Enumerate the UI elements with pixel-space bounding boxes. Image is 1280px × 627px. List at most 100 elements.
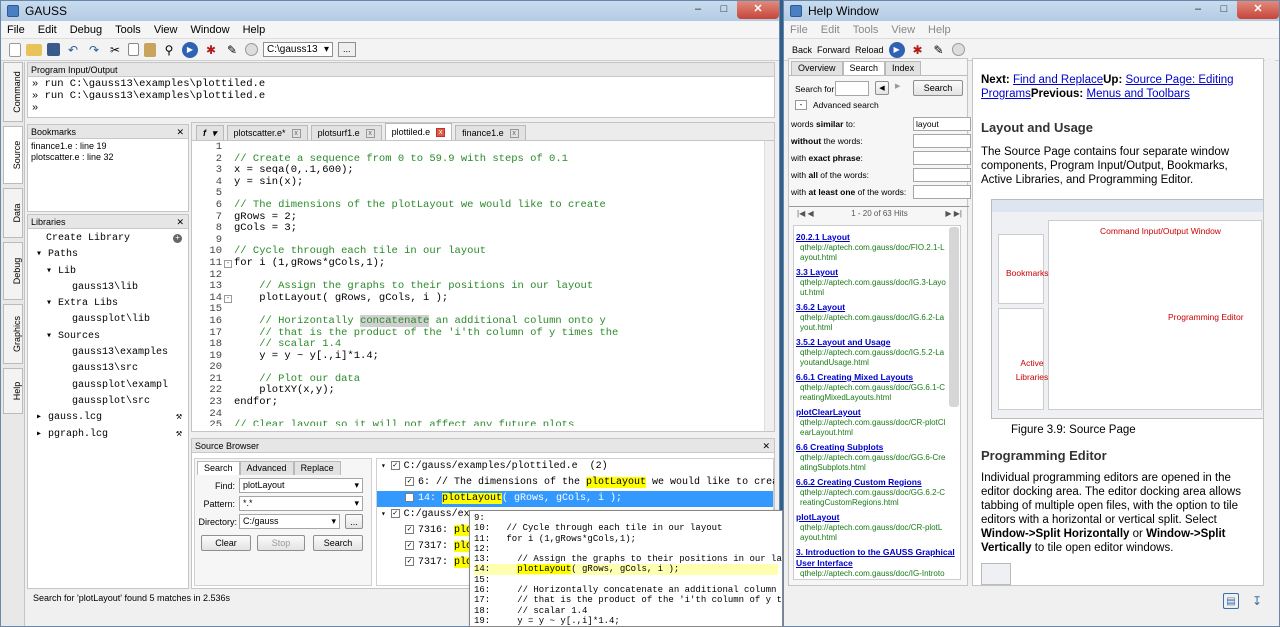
paste-icon[interactable] [144, 42, 156, 57]
advanced-field-input[interactable] [913, 184, 971, 199]
result-checkbox[interactable]: ✓ [390, 508, 400, 518]
lib-tree-item[interactable]: gaussplot\exampl [28, 378, 188, 394]
menu-tools[interactable]: Tools [853, 24, 879, 36]
advanced-search-toggle[interactable]: - Advanced search [795, 100, 879, 110]
next-hit-icon[interactable]: ▶ [895, 82, 900, 90]
stop-icon[interactable] [951, 43, 965, 56]
forward-button[interactable]: Forward [817, 45, 850, 55]
expand-icon[interactable]: ▾ [381, 462, 391, 471]
library-pgraph-lcg[interactable]: ▸ pgraph.lcg ⚒ [28, 427, 188, 443]
close-button[interactable]: ✕ [737, 1, 779, 19]
help-result-link[interactable]: 3.5.2 Layout and Usage [796, 337, 958, 348]
menu-window[interactable]: Window [190, 24, 229, 36]
lib-tree-item[interactable]: gauss13\lib [28, 280, 188, 296]
clear-button[interactable]: Clear [201, 535, 251, 551]
content-scrollbar[interactable] [1265, 58, 1275, 586]
redo-icon[interactable]: ↷ [86, 42, 102, 58]
save-icon[interactable] [47, 43, 60, 56]
run-icon[interactable]: ▶ [182, 41, 198, 58]
cut-icon[interactable]: ✂ [107, 42, 123, 58]
next-link[interactable]: Find and Replace [1013, 74, 1103, 86]
menu-edit[interactable]: Edit [821, 24, 840, 36]
pattern-input[interactable]: *.* ▾ [239, 496, 363, 511]
tab-overview[interactable]: Overview [791, 61, 843, 75]
tab-replace[interactable]: Replace [293, 461, 341, 475]
expand-icon[interactable]: ▾ [381, 510, 391, 519]
editor-scrollbar[interactable] [764, 141, 774, 431]
lib-tree-item[interactable]: gauss13\src [28, 361, 188, 377]
help-search-input[interactable] [835, 81, 869, 96]
result-checkbox[interactable]: ✓ [405, 524, 414, 534]
new-file-icon[interactable] [9, 42, 21, 57]
copy-icon[interactable] [128, 43, 139, 56]
help-result-link[interactable]: 3.3 Layout [796, 267, 958, 278]
tab-search[interactable]: Search [842, 61, 886, 75]
working-dir-combo[interactable]: C:\gauss13 ▾ [263, 42, 333, 57]
menu-file[interactable]: File [790, 24, 808, 36]
result-checkbox[interactable]: ✓ [405, 540, 414, 550]
lib-tree-paths[interactable]: ▾ Paths [28, 247, 188, 263]
menu-help[interactable]: Help [928, 24, 951, 36]
maximize-button[interactable]: □ [711, 1, 737, 19]
help-titlebar[interactable]: Help Window – □ ✕ [784, 1, 1279, 21]
download-icon[interactable]: ↧ [1249, 593, 1265, 609]
program-io-console[interactable]: » run C:\gauss13\examples\plottiled.e » … [28, 77, 774, 115]
stop-icon[interactable] [245, 43, 258, 56]
debug-bug-icon[interactable]: ✱ [910, 42, 926, 58]
wrench-icon[interactable]: ⚒ [176, 427, 182, 443]
lib-tree-item[interactable]: gauss13\examples [28, 345, 188, 361]
lib-tree-item[interactable]: gaussplot\lib [28, 312, 188, 328]
panel-close-icon[interactable]: ✕ [176, 125, 184, 139]
sync-contents-icon[interactable]: ▤ [1223, 593, 1239, 609]
tab-plotscatter[interactable]: plotscatter.e* x [226, 125, 308, 140]
results-scrollbar[interactable] [949, 227, 959, 407]
advanced-field-input[interactable] [913, 133, 971, 148]
panel-close-icon[interactable]: ✕ [176, 215, 184, 229]
tab-finance1[interactable]: finance1.e x [455, 125, 526, 140]
help-result-link[interactable]: 3.6.2 Layout [796, 302, 958, 313]
help-result-link[interactable]: plotLayout [796, 512, 958, 523]
lib-tree-lib[interactable]: ▾ Lib [28, 264, 188, 280]
bookmark-item[interactable]: finance1.e : line 19 [31, 141, 185, 152]
directory-input[interactable]: C:/gauss ▾ [239, 514, 340, 529]
fold-toggle-icon[interactable]: - [224, 294, 232, 303]
gauss-titlebar[interactable]: GAUSS – □ ✕ [1, 1, 779, 21]
menu-tools[interactable]: Tools [115, 24, 141, 36]
side-tab-source[interactable]: Source [3, 126, 23, 184]
side-tab-graphics[interactable]: Graphics [3, 304, 23, 364]
close-tab-icon[interactable]: x [509, 128, 519, 138]
result-checkbox[interactable]: ✓ [405, 556, 414, 566]
menu-help[interactable]: Help [243, 24, 266, 36]
back-button[interactable]: Back [792, 45, 812, 55]
find-input[interactable]: plotLayout ▾ [239, 478, 363, 493]
help-result-link[interactable]: plotClearLayout [796, 407, 958, 418]
minimize-button[interactable]: – [685, 1, 711, 19]
side-tab-data[interactable]: Data [3, 188, 23, 238]
side-tab-help[interactable]: Help [3, 368, 23, 414]
add-icon[interactable]: + [173, 234, 182, 243]
lib-tree-extra[interactable]: ▾ Extra Libs [28, 296, 188, 312]
edit-icon[interactable]: ✎ [931, 42, 947, 58]
menu-debug[interactable]: Debug [70, 24, 102, 36]
edit-icon[interactable]: ✎ [224, 42, 240, 58]
advanced-field-input[interactable] [913, 150, 971, 165]
result-checkbox[interactable]: ✓ [390, 460, 400, 470]
close-tab-icon[interactable]: x [291, 128, 301, 138]
last-page-icon[interactable]: ▶ ▶| [945, 209, 962, 218]
side-tab-command[interactable]: Command [3, 62, 23, 122]
result-checkbox[interactable]: ✓ [405, 492, 414, 502]
result-checkbox[interactable]: ✓ [405, 476, 414, 486]
lib-tree-item[interactable]: gaussplot\src [28, 394, 188, 410]
run-icon[interactable]: ▶ [888, 41, 905, 58]
search-result-item[interactable]: ✓ 6: // The dimensions of the plotLayout … [377, 475, 774, 491]
function-list-button[interactable]: f ▾ [196, 125, 224, 140]
first-page-icon[interactable]: |◀ ◀ [797, 209, 814, 218]
help-result-link[interactable]: 3. Introduction to the GAUSS Graphical U… [796, 547, 958, 569]
help-results-list[interactable]: 20.2.1 Layout qthelp://aptech.com.gauss/d… [793, 225, 961, 580]
library-gauss-lcg[interactable]: ▸ gauss.lcg ⚒ [28, 410, 188, 426]
menu-view[interactable]: View [891, 24, 915, 36]
close-button[interactable]: ✕ [1237, 1, 1279, 19]
wrench-icon[interactable]: ⚒ [176, 410, 182, 426]
search-result-item[interactable]: ▾ ✓ C:/gauss/examples/plottiled.e (2) [377, 459, 773, 475]
close-tab-icon[interactable]: x [365, 128, 375, 138]
